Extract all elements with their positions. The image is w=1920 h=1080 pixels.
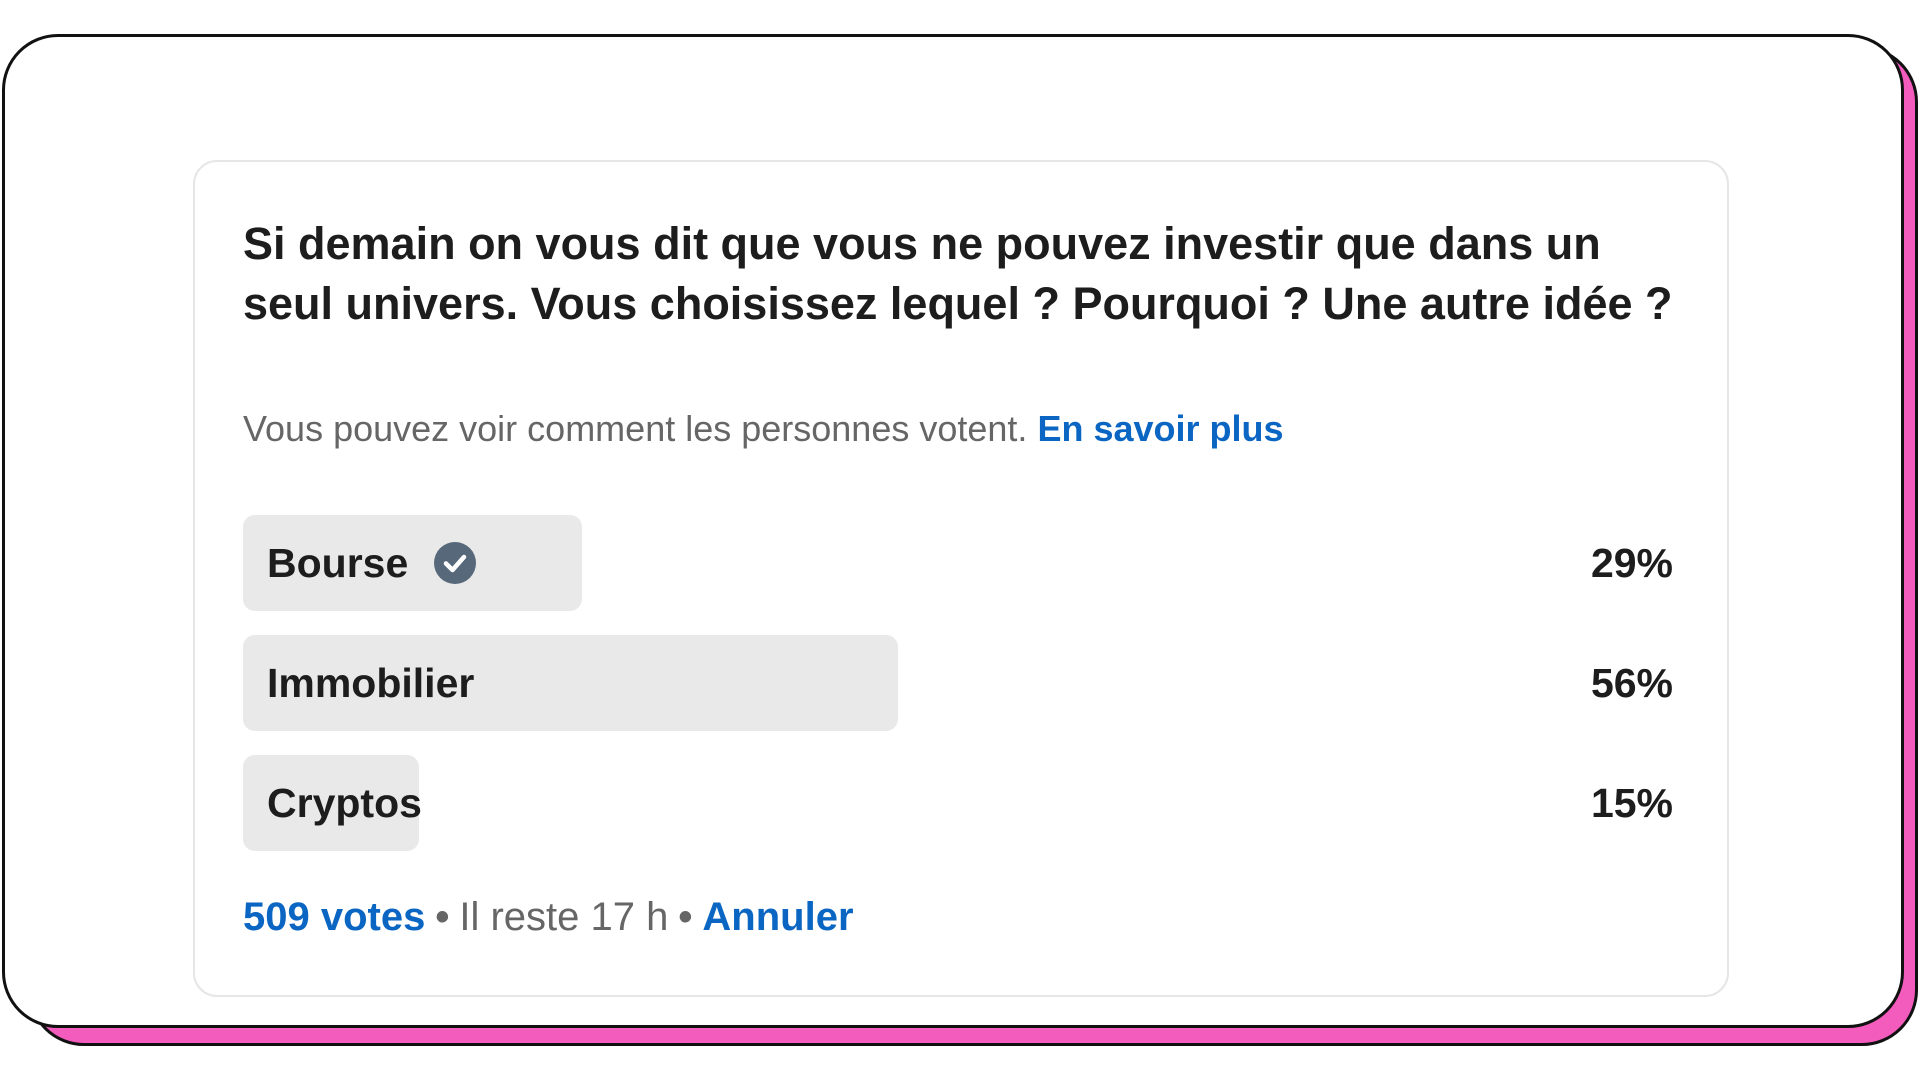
poll-option-label: Bourse (267, 540, 409, 586)
poll-footer: 509 votes • Il reste 17 h • Annuler (243, 892, 854, 942)
cancel-vote-link[interactable]: Annuler (702, 895, 853, 939)
votes-count-link[interactable]: 509 votes (243, 895, 425, 939)
poll-option-percent: 29% (1590, 540, 1673, 586)
time-left: Il reste 17 h (459, 895, 669, 939)
poll-option-immobilier[interactable]: Immobilier 56% (243, 635, 1673, 731)
poll-option-cryptos[interactable]: Cryptos 15% (243, 755, 1673, 851)
poll-card: Si demain on vous dit que vous ne pouvez… (193, 160, 1729, 997)
check-circle-icon (434, 542, 477, 585)
separator: • (678, 895, 693, 939)
poll-option-label-wrap: Bourse (267, 515, 477, 611)
poll-option-bourse[interactable]: Bourse 29% (243, 515, 1673, 611)
poll-visibility-note: Vous pouvez voir comment les personnes v… (243, 407, 1284, 451)
poll-option-percent: 56% (1590, 660, 1673, 706)
frame: Si demain on vous dit que vous ne pouvez… (2, 34, 1904, 1028)
poll-question: Si demain on vous dit que vous ne pouvez… (243, 218, 1673, 329)
visibility-text: Vous pouvez voir comment les personnes v… (243, 408, 1028, 449)
poll-option-percent: 15% (1590, 780, 1673, 826)
learn-more-link[interactable]: En savoir plus (1037, 408, 1283, 449)
separator: • (435, 895, 450, 939)
poll-option-label: Immobilier (267, 660, 475, 706)
poll-option-label: Cryptos (267, 780, 422, 826)
